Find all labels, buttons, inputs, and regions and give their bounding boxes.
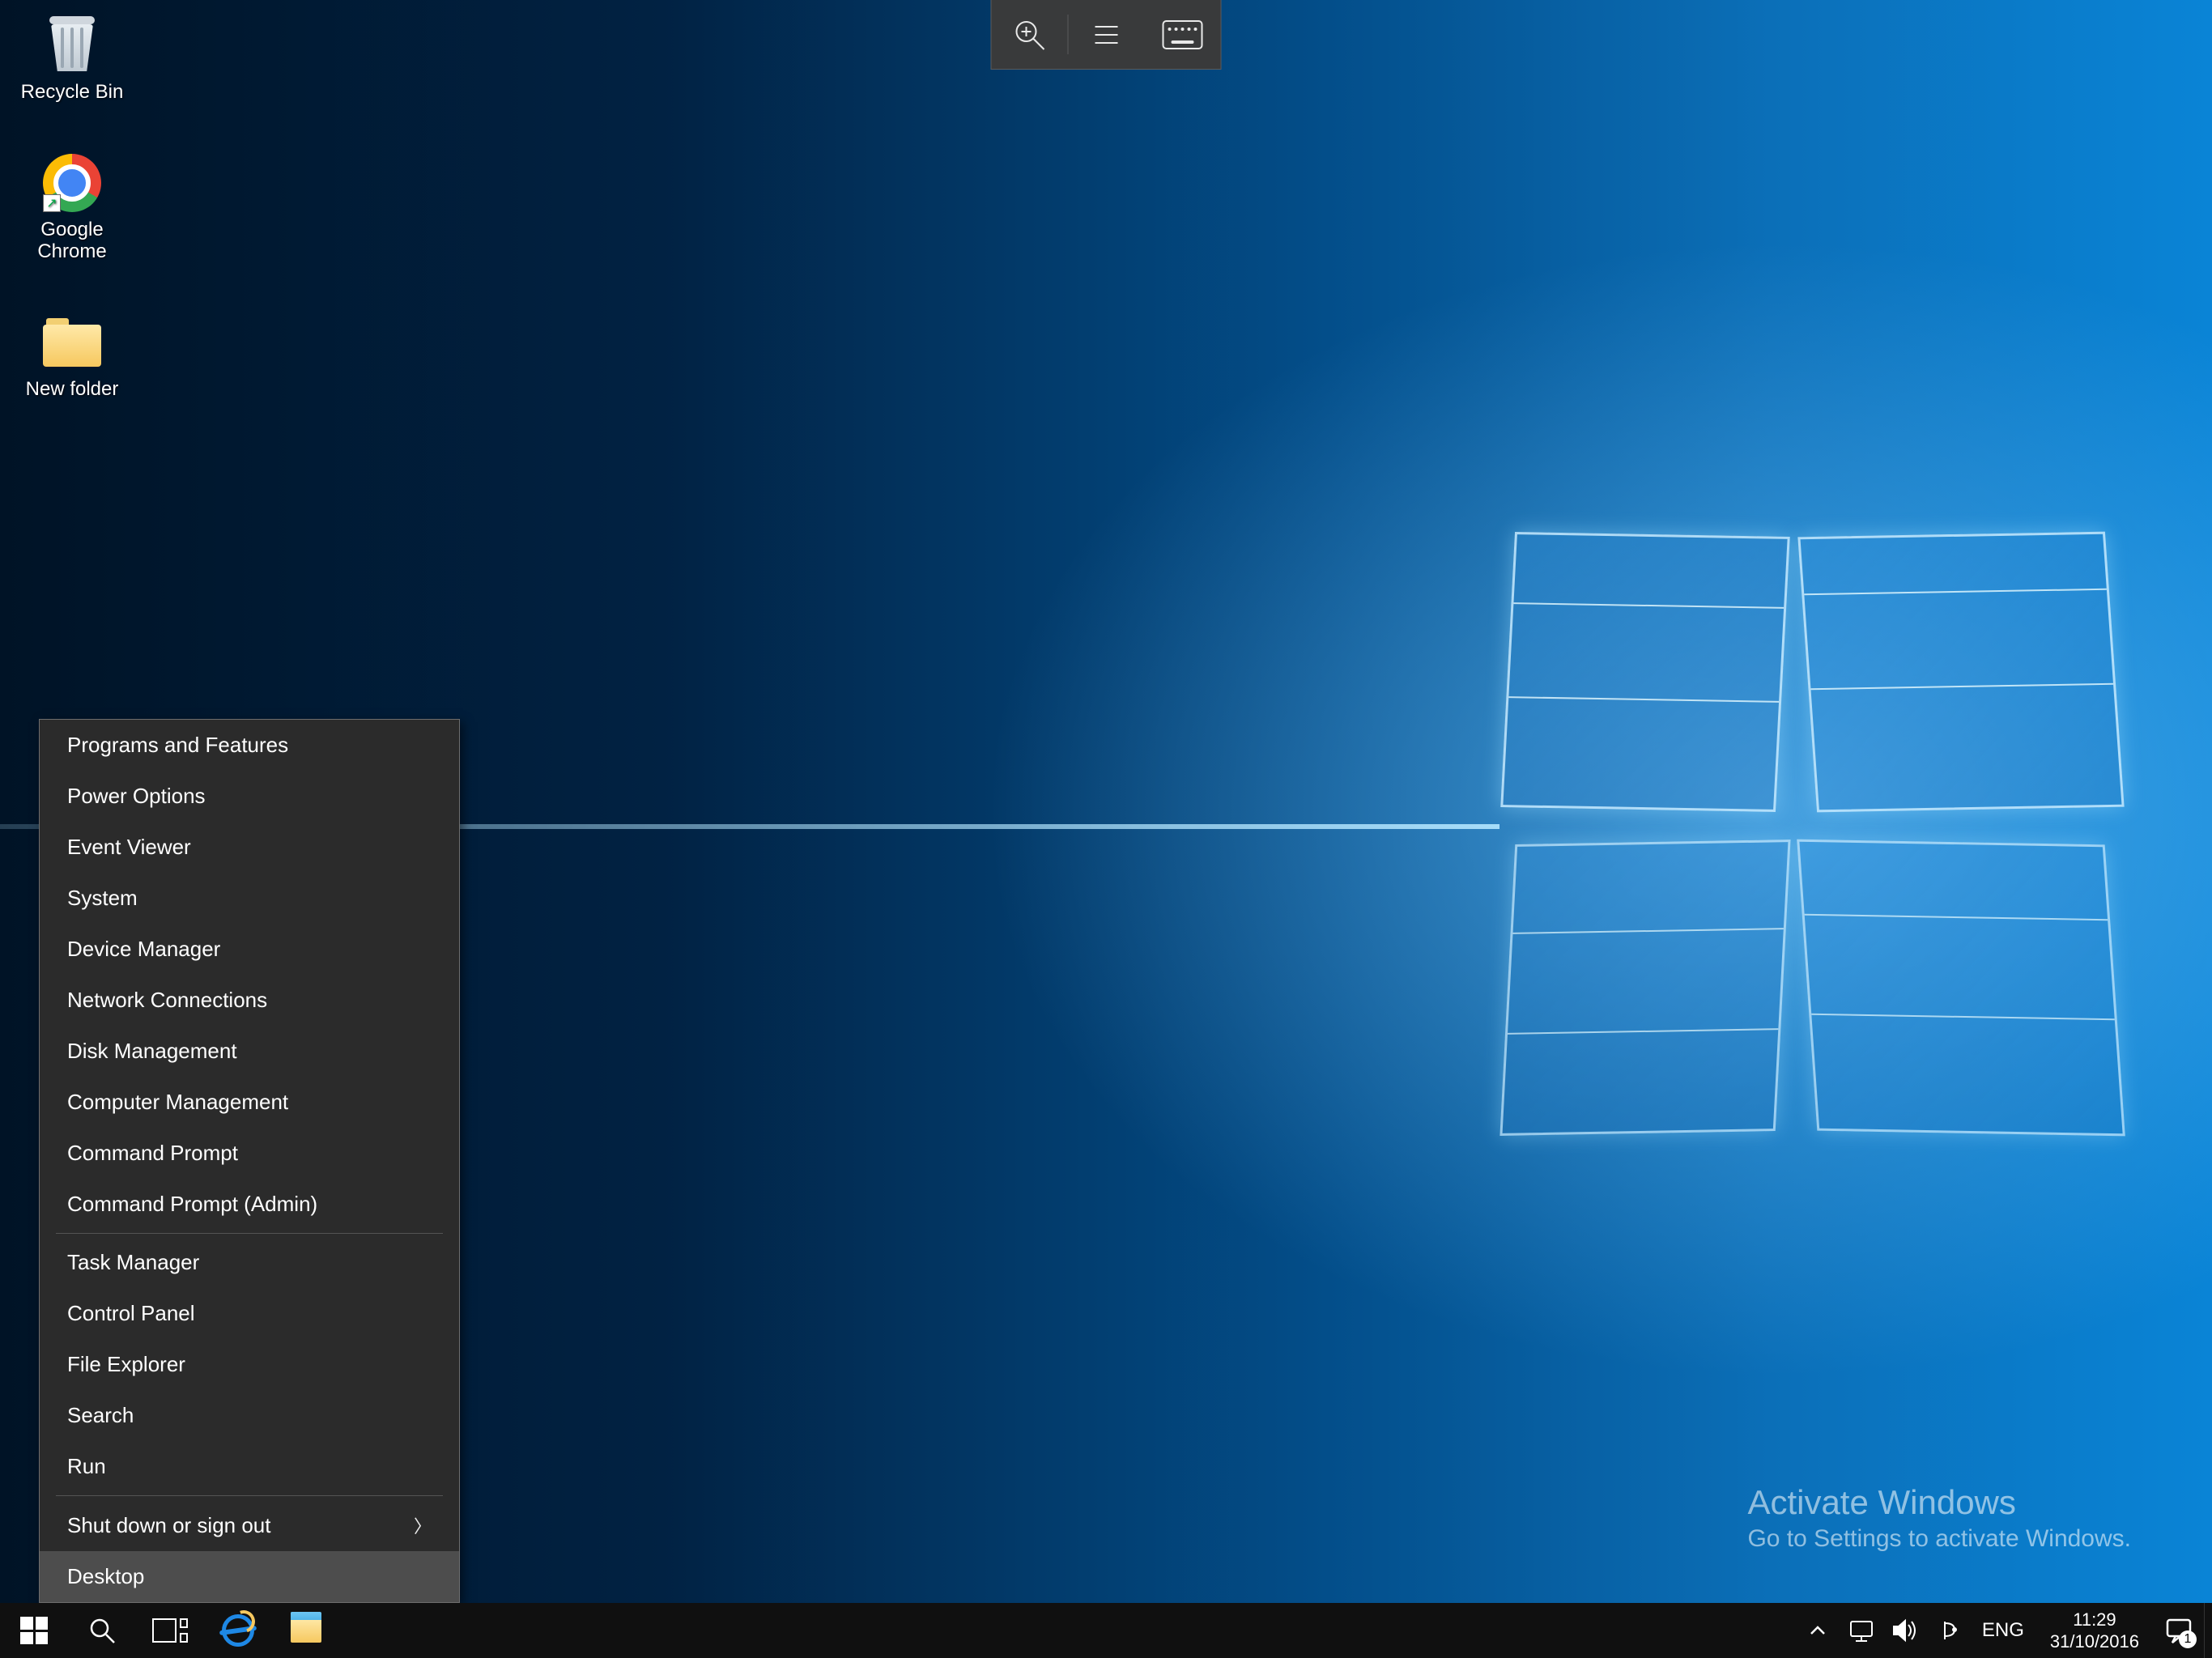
desktop-icon-recycle-bin[interactable]: Recycle Bin	[11, 11, 133, 108]
tray-overflow-button[interactable]	[1796, 1603, 1840, 1658]
taskbar-spacer	[340, 1603, 1796, 1658]
zoom-button[interactable]	[992, 0, 1068, 69]
winx-item-command-prompt[interactable]: Command Prompt	[40, 1128, 459, 1179]
taskbar-app-file-explorer[interactable]	[272, 1603, 340, 1658]
clock-date: 31/10/2016	[2050, 1630, 2139, 1653]
tray-network-button[interactable]	[1840, 1603, 1883, 1658]
menu-item-label: Search	[67, 1403, 134, 1428]
menu-button[interactable]	[1069, 0, 1145, 69]
menu-item-label: File Explorer	[67, 1352, 185, 1377]
desktop-icon-new-folder[interactable]: New folder	[11, 308, 133, 406]
menu-item-label: Shut down or sign out	[67, 1513, 271, 1538]
menu-item-label: System	[67, 886, 138, 911]
taskbar: ENG 11:29 31/10/2016 1	[0, 1603, 2212, 1658]
winx-item-file-explorer[interactable]: File Explorer	[40, 1339, 459, 1390]
winx-item-programs-and-features[interactable]: Programs and Features	[40, 720, 459, 771]
search-icon	[87, 1616, 117, 1645]
taskbar-app-internet-explorer[interactable]	[204, 1603, 272, 1658]
menu-item-label: Event Viewer	[67, 835, 191, 860]
file-explorer-icon	[291, 1618, 321, 1643]
menu-item-label: Programs and Features	[67, 733, 288, 758]
watermark-subtitle: Go to Settings to activate Windows.	[1747, 1525, 2131, 1553]
tray-language-indicator[interactable]: ENG	[1971, 1603, 2035, 1658]
notification-badge: 1	[2179, 1630, 2197, 1648]
keyboard-icon	[1162, 19, 1204, 50]
recycle-bin-icon	[43, 16, 101, 74]
shortcut-overlay-icon: ↗	[43, 194, 61, 212]
winx-item-task-manager[interactable]: Task Manager	[40, 1237, 459, 1288]
tray-connected-devices-button[interactable]	[1927, 1603, 1971, 1658]
hamburger-icon	[1089, 17, 1125, 53]
menu-item-label: Device Manager	[67, 937, 220, 962]
desktop-icon-label: New folder	[26, 378, 119, 401]
winx-item-desktop[interactable]: Desktop	[40, 1551, 459, 1602]
language-code-label: ENG	[1982, 1619, 2024, 1642]
winx-item-shutdown-signout[interactable]: Shut down or sign out 〉	[40, 1499, 459, 1551]
show-desktop-button[interactable]	[2204, 1603, 2212, 1658]
clock-time: 11:29	[2073, 1609, 2116, 1631]
internet-explorer-icon	[222, 1614, 254, 1647]
desktop-icon-label: Recycle Bin	[21, 81, 124, 104]
menu-item-label: Control Panel	[67, 1301, 195, 1326]
chevron-right-icon: 〉	[414, 1512, 432, 1538]
winx-item-computer-management[interactable]: Computer Management	[40, 1077, 459, 1128]
desktop[interactable]: Recycle Bin ↗ Google Chrome New folder	[0, 0, 2212, 1658]
winx-item-power-options[interactable]: Power Options	[40, 771, 459, 822]
activation-watermark: Activate Windows Go to Settings to activ…	[1747, 1483, 2131, 1553]
chevron-up-icon	[1808, 1621, 1827, 1640]
menu-item-label: Computer Management	[67, 1090, 288, 1115]
desktop-icon-google-chrome[interactable]: ↗ Google Chrome	[11, 149, 133, 268]
desktop-icons: Recycle Bin ↗ Google Chrome New folder	[11, 11, 133, 445]
speaker-icon	[1892, 1618, 1918, 1643]
winx-item-control-panel[interactable]: Control Panel	[40, 1288, 459, 1339]
task-view-button[interactable]	[136, 1603, 204, 1658]
desktop-icon-label: Google Chrome	[37, 219, 106, 263]
menu-separator	[56, 1495, 443, 1496]
menu-item-label: Command Prompt (Admin)	[67, 1192, 317, 1217]
winx-item-command-prompt-admin[interactable]: Command Prompt (Admin)	[40, 1179, 459, 1230]
menu-item-label: Power Options	[67, 784, 206, 809]
wallpaper-windows-logo	[1499, 526, 2147, 1174]
zoom-in-icon	[1012, 17, 1048, 53]
windows-logo-icon	[20, 1617, 48, 1644]
winx-item-run[interactable]: Run	[40, 1441, 459, 1492]
menu-item-label: Disk Management	[67, 1039, 237, 1064]
task-view-icon	[152, 1618, 188, 1643]
connected-devices-icon	[1937, 1618, 1961, 1643]
menu-item-label: Command Prompt	[67, 1141, 238, 1166]
folder-icon	[43, 313, 101, 372]
menu-item-label: Network Connections	[67, 988, 267, 1013]
winx-item-disk-management[interactable]: Disk Management	[40, 1026, 459, 1077]
notification-icon: 1	[2164, 1616, 2193, 1645]
winx-item-network-connections[interactable]: Network Connections	[40, 975, 459, 1026]
menu-item-label: Task Manager	[67, 1250, 199, 1275]
tray-volume-button[interactable]	[1883, 1603, 1927, 1658]
menu-separator	[56, 1233, 443, 1234]
menu-item-label: Desktop	[67, 1564, 144, 1589]
tray-clock[interactable]: 11:29 31/10/2016	[2035, 1603, 2154, 1658]
winx-item-search[interactable]: Search	[40, 1390, 459, 1441]
winx-item-device-manager[interactable]: Device Manager	[40, 924, 459, 975]
taskbar-search-button[interactable]	[68, 1603, 136, 1658]
menu-item-label: Run	[67, 1454, 106, 1479]
network-icon	[1849, 1618, 1874, 1643]
connection-bar	[991, 0, 1222, 70]
winx-item-event-viewer[interactable]: Event Viewer	[40, 822, 459, 873]
keyboard-button[interactable]	[1145, 0, 1221, 69]
start-button[interactable]	[0, 1603, 68, 1658]
chrome-icon: ↗	[43, 154, 101, 212]
action-center-button[interactable]: 1	[2154, 1603, 2204, 1658]
system-tray: ENG 11:29 31/10/2016 1	[1796, 1603, 2212, 1658]
watermark-title: Activate Windows	[1747, 1483, 2131, 1522]
taskbar-left	[0, 1603, 340, 1658]
winx-item-system[interactable]: System	[40, 873, 459, 924]
winx-menu: Programs and Features Power Options Even…	[39, 719, 460, 1603]
